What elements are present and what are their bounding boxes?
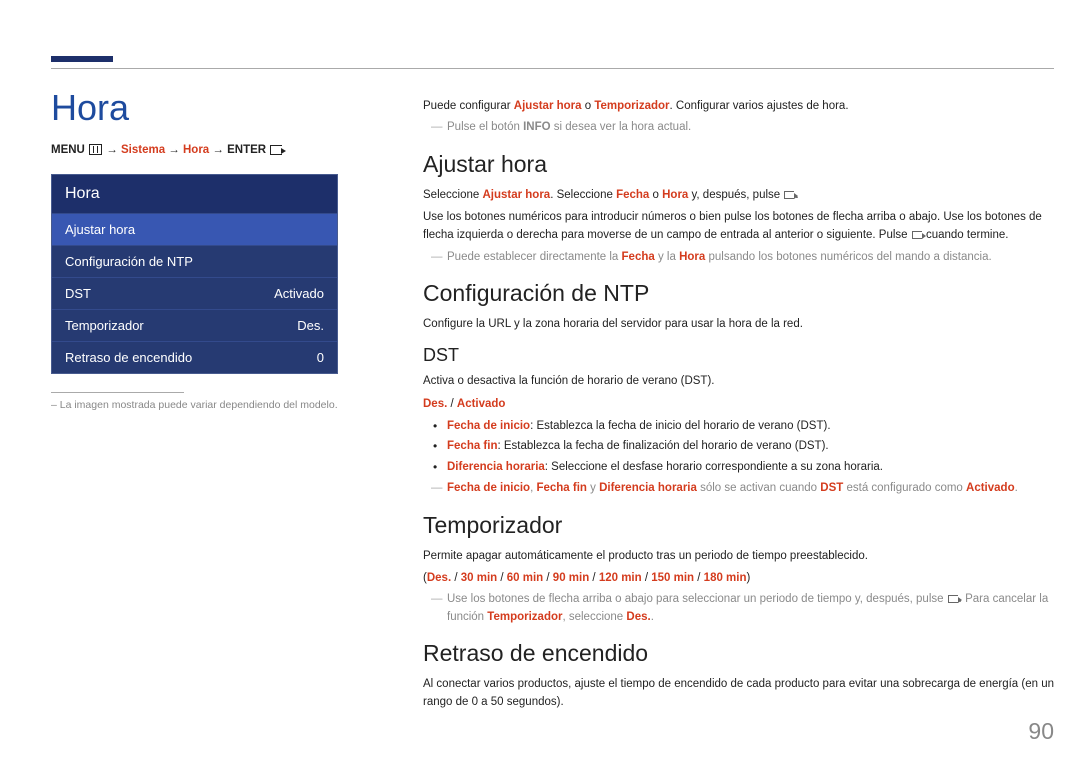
temp-note: Use los botones de flecha arriba o abajo…	[423, 591, 1054, 626]
intro-note: Pulse el botón INFO si desea ver la hora…	[423, 119, 1054, 136]
left-column: Hora MENU → Sistema → Hora → ENTER Hora …	[51, 90, 387, 716]
retraso-text: Al conectar varios productos, ajuste el …	[423, 675, 1054, 712]
list-item: Fecha fin: Establezca la fecha de finali…	[447, 437, 1054, 455]
right-column: Puede configurar Ajustar hora o Temporiz…	[423, 90, 1054, 716]
heading-ajustar-hora: Ajustar hora	[423, 151, 1054, 178]
osd-item-ntp[interactable]: Configuración de NTP	[52, 245, 337, 277]
dst-bullets: Fecha de inicio: Establezca la fecha de …	[423, 417, 1054, 476]
footnote-text: – La imagen mostrada puede variar depend…	[51, 399, 387, 411]
osd-item-temporizador[interactable]: TemporizadorDes.	[52, 309, 337, 341]
list-item: Fecha de inicio: Establezca la fecha de …	[447, 417, 1054, 435]
heading-dst: DST	[423, 345, 1054, 366]
osd-item-ajustar-hora[interactable]: Ajustar hora	[52, 213, 337, 245]
menu-breadcrumb: MENU → Sistema → Hora → ENTER	[51, 144, 387, 156]
enter-icon	[784, 191, 794, 199]
temp-options: (Des. / 30 min / 60 min / 90 min / 120 m…	[423, 569, 1054, 587]
dst-text: Activa o desactiva la función de horario…	[423, 372, 1054, 390]
ajustar-note: Puede establecer directamente la Fecha y…	[423, 249, 1054, 266]
page-title: Hora	[51, 90, 387, 126]
dst-options: Des. / Activado	[423, 395, 1054, 413]
top-accent-bar	[51, 56, 113, 62]
ajustar-para: Use los botones numéricos para introduci…	[423, 208, 1054, 245]
menu-icon	[89, 144, 102, 155]
heading-ntp: Configuración de NTP	[423, 280, 1054, 307]
heading-retraso: Retraso de encendido	[423, 640, 1054, 667]
top-divider	[51, 68, 1054, 69]
ajustar-line1: Seleccione Ajustar hora. Seleccione Fech…	[423, 186, 1054, 204]
intro-line: Puede configurar Ajustar hora o Temporiz…	[423, 98, 1054, 115]
heading-temporizador: Temporizador	[423, 512, 1054, 539]
enter-icon	[912, 231, 922, 239]
list-item: Diferencia horaria: Seleccione el desfas…	[447, 458, 1054, 476]
osd-item-dst[interactable]: DSTActivado	[52, 277, 337, 309]
osd-panel: Hora Ajustar hora Configuración de NTP D…	[51, 174, 338, 374]
ntp-text: Configure la URL y la zona horaria del s…	[423, 315, 1054, 333]
enter-icon	[270, 145, 282, 155]
temp-text: Permite apagar automáticamente el produc…	[423, 547, 1054, 565]
page-number: 90	[1028, 718, 1054, 745]
dst-note: Fecha de inicio, Fecha fin y Diferencia …	[423, 480, 1054, 497]
osd-item-retraso[interactable]: Retraso de encendido0	[52, 341, 337, 373]
osd-title: Hora	[52, 175, 337, 213]
footnote-divider	[51, 392, 184, 393]
enter-icon	[948, 595, 958, 603]
